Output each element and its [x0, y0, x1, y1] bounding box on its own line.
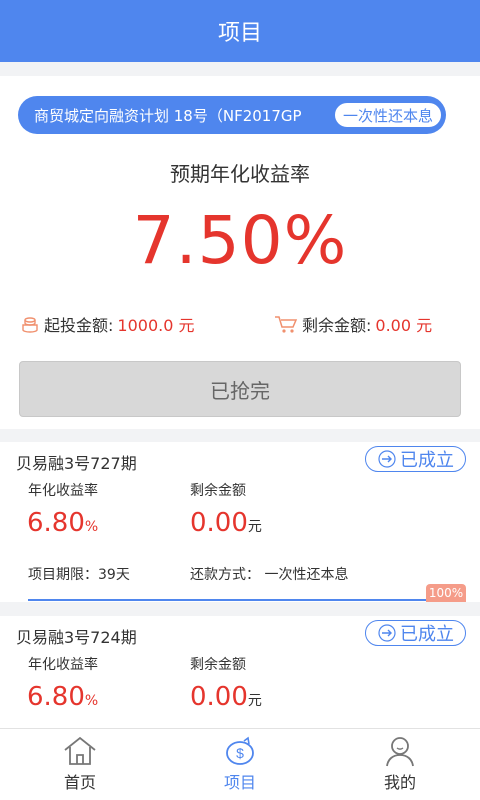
remaining-value: 0.00元 — [190, 508, 262, 538]
rate-label: 年化收益率 — [28, 657, 98, 673]
piggy-bank-icon: $ — [226, 736, 254, 765]
rate-number: 6.80 — [27, 508, 85, 538]
min-invest-amount: 起投金额: 1000.0 元 — [20, 312, 194, 336]
progress-fill — [28, 599, 460, 601]
rate-value: 7.50% — [132, 202, 348, 279]
remaining-amount: 剩余金额: 0.00 元 — [274, 312, 432, 336]
progress-bar — [28, 599, 460, 601]
remaining-label: 剩余金额 — [190, 483, 246, 499]
remaining-number: 0.00 — [190, 508, 248, 538]
cart-icon — [275, 316, 298, 333]
tab-project[interactable]: $ 项目 — [180, 729, 300, 800]
remaining-label: 剩余金额 — [190, 657, 246, 673]
svg-text:$: $ — [236, 745, 244, 761]
repay-method: 还款方式： 一次性还本息 — [190, 567, 349, 583]
repay-method-badge: 一次性还本息 — [333, 102, 442, 128]
rate-label: 年化收益率 — [28, 483, 98, 499]
remaining-label: 剩余金额: — [302, 316, 372, 335]
list-item[interactable]: 贝易融3号724期 已成立 年化收益率 剩余金额 6.80% 0.00元 — [0, 616, 480, 728]
bottom-tab-bar: 首页 $ 项目 我的 — [0, 728, 480, 800]
product-name: 贝易融3号727期 — [16, 454, 137, 473]
project-term: 项目期限：39天 — [28, 567, 130, 583]
tab-label: 项目 — [223, 773, 256, 792]
rate-value: 6.80% — [27, 682, 98, 712]
rate-value: 6.80% — [27, 508, 98, 538]
status-text: 已成立 — [400, 450, 454, 471]
remaining-value: 0.00 元 — [375, 316, 433, 335]
min-invest-value: 1000.0 元 — [117, 316, 195, 335]
status-badge: 已成立 — [365, 620, 466, 646]
min-invest-label: 起投金额: — [44, 316, 114, 335]
sold-out-button[interactable]: 已抢完 — [19, 361, 461, 417]
user-icon — [386, 737, 414, 767]
featured-product-card[interactable]: 商贸城定向融资计划 18号（NF2017GP 一次性还本息 预期年化收益率 7.… — [0, 76, 480, 429]
app-header: 项目 — [0, 0, 480, 62]
tab-label: 我的 — [383, 773, 416, 792]
tab-home[interactable]: 首页 — [20, 729, 140, 800]
remaining-value: 0.00元 — [190, 682, 262, 712]
progress-percent-tag: 100% — [426, 584, 466, 602]
page-title: 项目 — [217, 21, 262, 46]
tab-mine[interactable]: 我的 — [340, 729, 460, 800]
arrow-right-icon — [378, 624, 396, 642]
product-name: 商贸城定向融资计划 18号（NF2017GP — [34, 106, 302, 125]
coins-icon — [22, 317, 38, 333]
amount-row: 起投金额: 1000.0 元 剩余金额: 0.00 元 — [0, 312, 480, 340]
rate-unit: % — [84, 693, 99, 709]
tab-label: 首页 — [63, 773, 96, 792]
status-badge: 已成立 — [365, 446, 466, 472]
arrow-right-icon — [378, 450, 396, 468]
remaining-number: 0.00 — [190, 682, 248, 712]
rate-number: 6.80 — [27, 682, 85, 712]
rate-unit: % — [84, 519, 99, 535]
remaining-unit: 元 — [247, 519, 262, 535]
product-name-pill[interactable]: 商贸城定向融资计划 18号（NF2017GP 一次性还本息 — [18, 96, 446, 134]
status-text: 已成立 — [400, 624, 454, 645]
home-icon — [64, 736, 96, 765]
product-name: 贝易融3号724期 — [16, 628, 137, 647]
list-item[interactable]: 贝易融3号727期 已成立 年化收益率 剩余金额 6.80% 0.00元 项目期… — [0, 442, 480, 602]
rate-caption: 预期年化收益率 — [170, 162, 310, 186]
remaining-unit: 元 — [247, 693, 262, 709]
